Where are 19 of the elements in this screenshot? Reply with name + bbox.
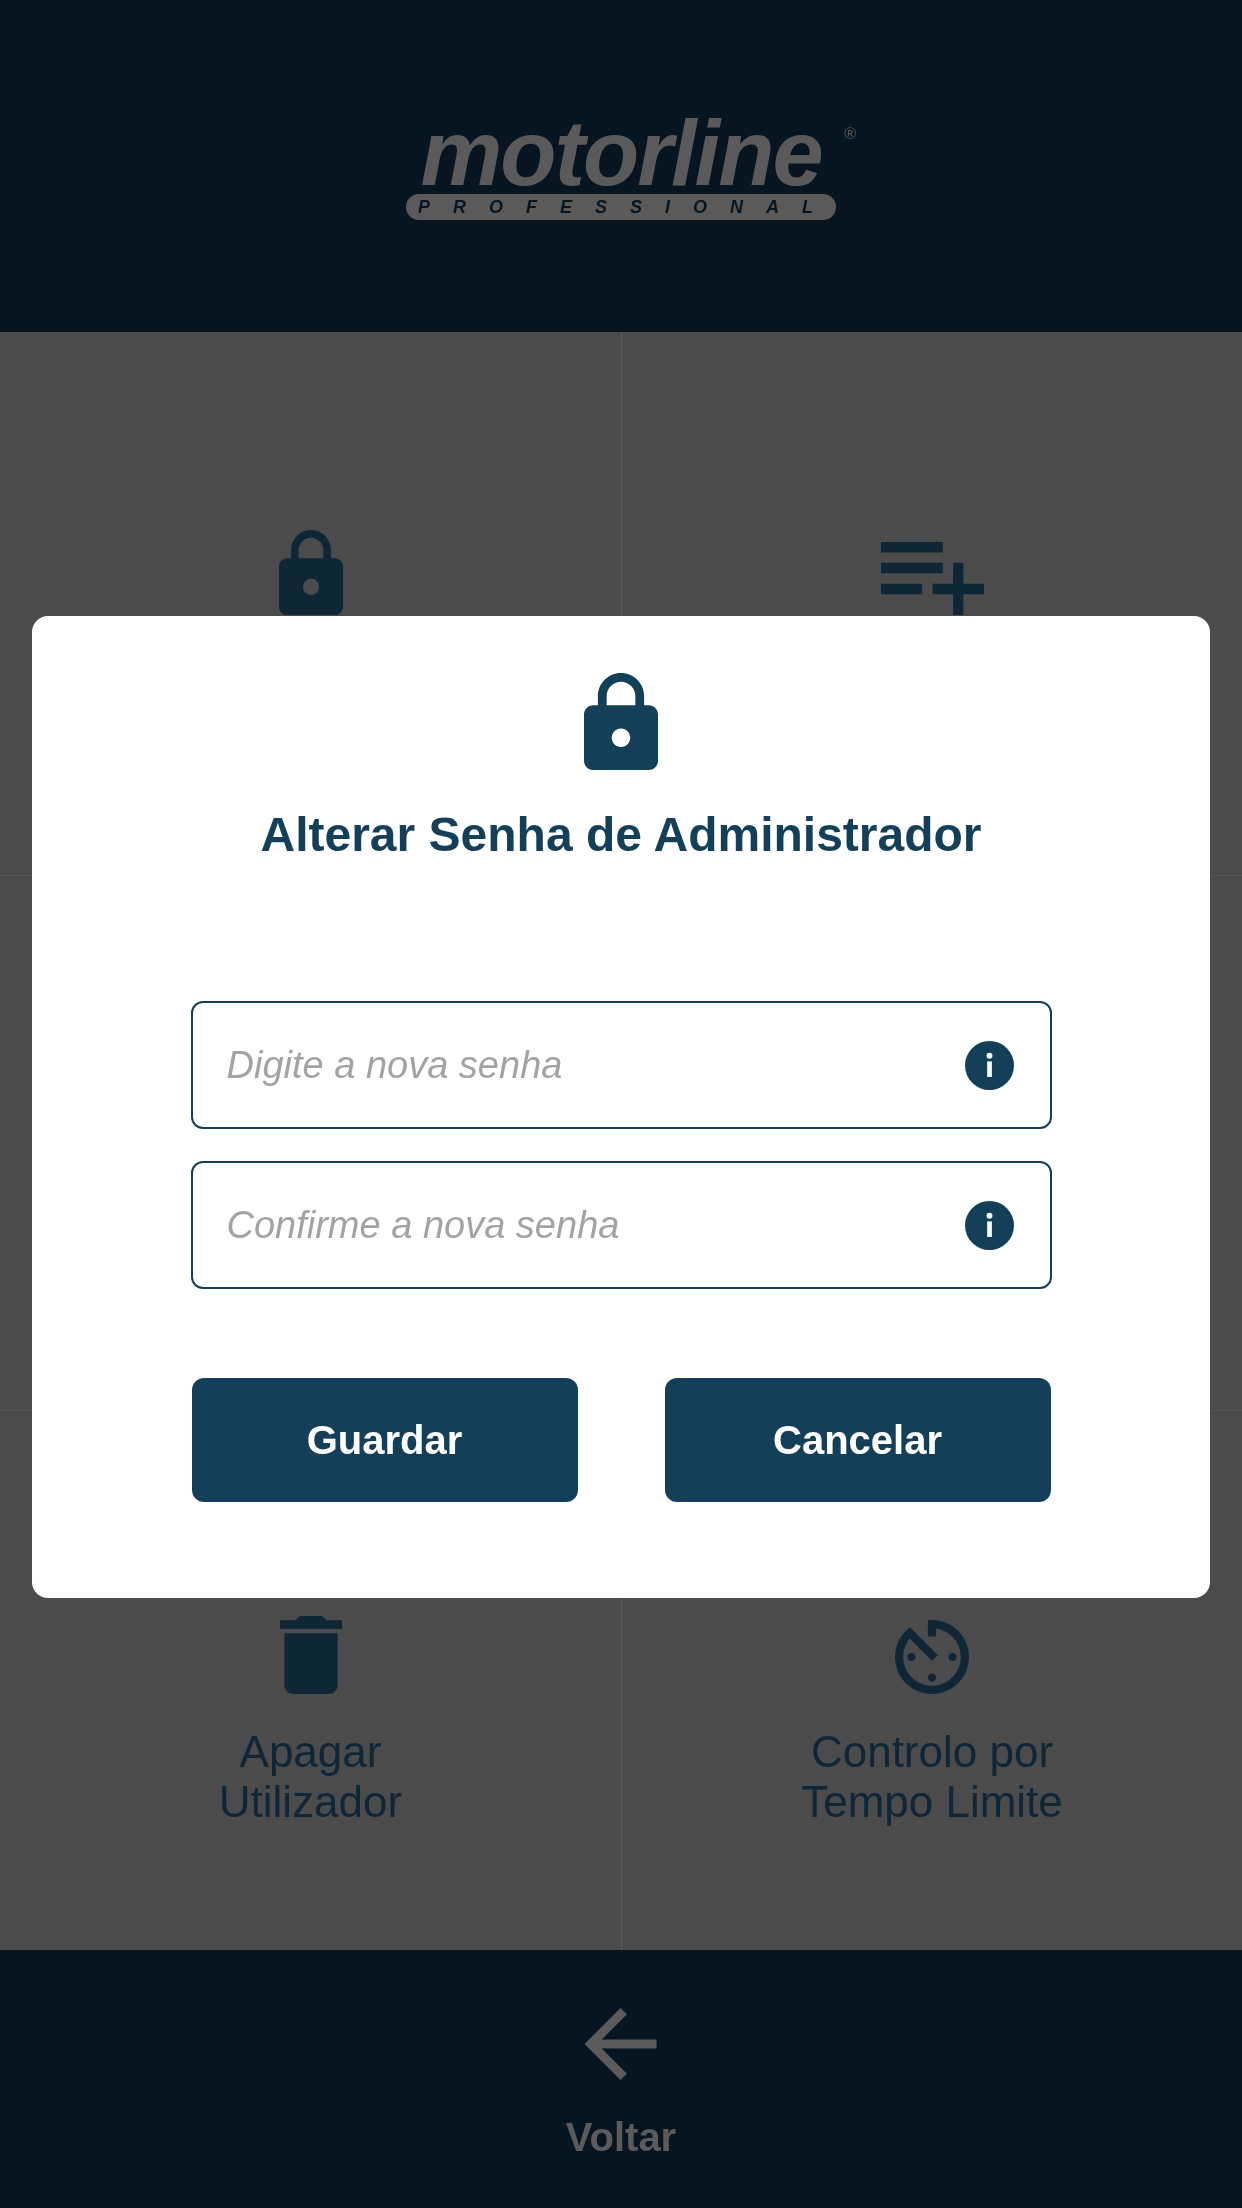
dialog-title: Alterar Senha de Administrador xyxy=(260,807,982,863)
menu-item-label[interactable]: Apagar Utilizador xyxy=(160,1727,461,1827)
cancel-button[interactable]: Cancelar xyxy=(664,1378,1051,1502)
info-icon[interactable] xyxy=(964,1201,1014,1250)
lock-icon xyxy=(584,673,658,770)
info-icon[interactable] xyxy=(964,1041,1014,1090)
lock-icon[interactable] xyxy=(278,530,343,615)
playlist-add-icon[interactable] xyxy=(880,542,984,615)
menu-item-label[interactable]: Controlo por Tempo Limite xyxy=(782,1727,1082,1827)
password-field[interactable]: Confirme a nova senha xyxy=(190,1161,1052,1289)
logo-tagline: PROFESSIONAL xyxy=(406,194,836,221)
registered-mark: ® xyxy=(844,125,856,142)
trash-icon[interactable] xyxy=(279,1616,342,1694)
logo-wordmark: motorline xyxy=(420,111,822,195)
save-button[interactable]: Guardar xyxy=(191,1378,578,1502)
timer-icon[interactable] xyxy=(895,1620,969,1694)
back-button[interactable]: Voltar xyxy=(565,2008,677,2161)
arrow-left-icon xyxy=(584,2008,658,2080)
password-field[interactable]: Digite a nova senha xyxy=(190,1001,1052,1129)
